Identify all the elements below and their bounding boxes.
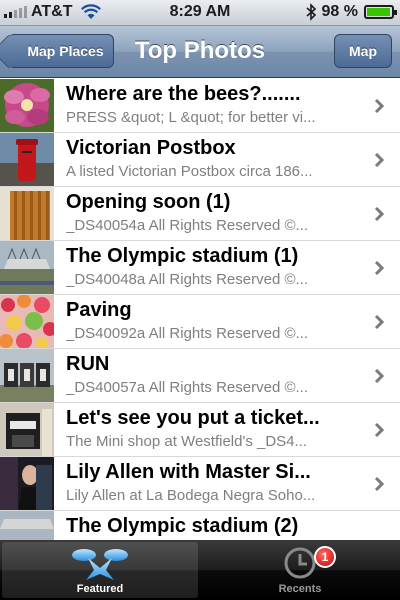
- flower-thumbnail: [0, 79, 54, 132]
- item-subtitle: PRESS &quot; L &quot; for better vi...: [66, 109, 316, 126]
- list-item[interactable]: Paving _DS40092a All Rights Reserved ©..…: [0, 295, 400, 349]
- recents-badge: 1: [314, 546, 336, 568]
- tab-recents[interactable]: 1 Recents: [202, 542, 398, 598]
- run-sign-thumbnail: [0, 349, 54, 402]
- item-title: Victorian Postbox: [66, 137, 236, 159]
- item-subtitle: _DS40092a All Rights Reserved ©...: [66, 325, 309, 342]
- map-places-back-button[interactable]: Map Places: [8, 34, 114, 68]
- chevron-right-icon: [374, 261, 384, 275]
- clock-icon: [284, 547, 316, 579]
- bluetooth-icon: [306, 3, 316, 21]
- postbox-thumbnail: [0, 133, 54, 186]
- chevron-right-icon: [374, 153, 384, 167]
- chevron-right-icon: [374, 315, 384, 329]
- map-button[interactable]: Map: [334, 34, 392, 68]
- item-title: Where are the bees?.......: [66, 83, 301, 105]
- item-title: The Olympic stadium (2): [66, 515, 299, 537]
- item-title: Opening soon (1): [66, 191, 231, 213]
- tab-featured[interactable]: Featured: [2, 542, 198, 598]
- building-thumbnail: [0, 187, 54, 240]
- navigation-bar: Map Places Top Photos Map: [0, 26, 400, 78]
- page-title: Top Photos: [134, 37, 266, 64]
- tab-label: Recents: [278, 583, 322, 595]
- chevron-right-icon: [374, 369, 384, 383]
- item-title: RUN: [66, 353, 110, 375]
- mini-shop-thumbnail: [0, 403, 54, 456]
- list-item[interactable]: Where are the bees?....... PRESS &quot; …: [0, 79, 400, 133]
- stadium-thumbnail: [0, 511, 54, 540]
- status-bar: AT&T 8:29 AM 98 %: [0, 0, 400, 26]
- paving-thumbnail: [0, 295, 54, 348]
- list-item[interactable]: Victorian Postbox A listed Victorian Pos…: [0, 133, 400, 187]
- item-subtitle: _DS40048a All Rights Reserved ©...: [66, 271, 309, 288]
- list-item[interactable]: Opening soon (1) _DS40054a All Rights Re…: [0, 187, 400, 241]
- chevron-right-icon: [374, 423, 384, 437]
- item-title: Let's see you put a ticket...: [66, 407, 320, 429]
- stadium-thumbnail: [0, 241, 54, 294]
- item-subtitle: A listed Victorian Postbox circa 186...: [66, 163, 313, 180]
- list-item[interactable]: The Olympic stadium (2): [0, 511, 400, 540]
- item-title: Paving: [66, 299, 132, 321]
- chevron-right-icon: [374, 207, 384, 221]
- item-title: Lily Allen with Master Si...: [66, 461, 311, 483]
- battery-percent: 98 %: [321, 3, 358, 20]
- featured-x-icon: [72, 549, 128, 580]
- battery-icon: [364, 5, 397, 19]
- list-item[interactable]: The Olympic stadium (1) _DS40048a All Ri…: [0, 241, 400, 295]
- photo-list[interactable]: Where are the bees?....... PRESS &quot; …: [0, 79, 400, 540]
- list-item[interactable]: RUN _DS40057a All Rights Reserved ©...: [0, 349, 400, 403]
- item-subtitle: The Mini shop at Westfield's _DS4...: [66, 433, 308, 450]
- map-button-label: Map: [349, 43, 377, 59]
- back-button-label: Map Places: [27, 43, 104, 59]
- chevron-right-icon: [374, 477, 384, 491]
- item-subtitle: Lily Allen at La Bodega Negra Soho...: [66, 487, 316, 504]
- item-subtitle: _DS40054a All Rights Reserved ©...: [66, 217, 309, 234]
- item-subtitle: _DS40057a All Rights Reserved ©...: [66, 379, 309, 396]
- battery-level-fill: [367, 8, 391, 16]
- tab-bar: Featured 1 Recents: [0, 540, 400, 600]
- tab-label: Featured: [76, 583, 124, 595]
- list-item[interactable]: Let's see you put a ticket... The Mini s…: [0, 403, 400, 457]
- lily-allen-thumbnail: [0, 457, 54, 510]
- status-right: 98 %: [306, 3, 397, 21]
- chevron-right-icon: [374, 99, 384, 113]
- list-item[interactable]: Lily Allen with Master Si... Lily Allen …: [0, 457, 400, 511]
- item-title: The Olympic stadium (1): [66, 245, 299, 267]
